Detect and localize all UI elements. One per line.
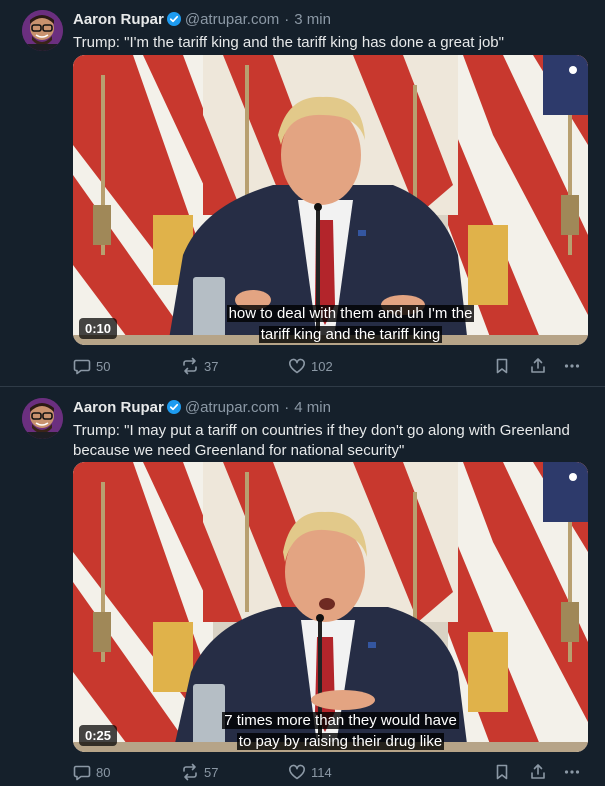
more-options-button[interactable] — [563, 356, 581, 376]
like-count: 114 — [311, 764, 332, 780]
post-text: Trump: "I'm the tariff king and the tari… — [73, 34, 504, 51]
repost-icon — [183, 763, 197, 781]
reply-button[interactable]: 50 — [73, 356, 110, 376]
caption-line: to pay by raising their drug like — [236, 733, 445, 750]
share-button[interactable] — [529, 356, 547, 376]
more-icon — [564, 364, 580, 368]
bookmark-button[interactable] — [493, 356, 511, 376]
share-button[interactable] — [529, 762, 547, 782]
separator-dot: · — [284, 398, 290, 416]
more-icon — [564, 770, 580, 774]
video-player[interactable]: 0:10 how to deal with them and uh I'm th… — [73, 55, 588, 345]
reply-count: 50 — [96, 358, 111, 374]
heart-icon — [289, 358, 305, 374]
author-handle[interactable]: @atrupar.com — [185, 399, 279, 416]
post-header: Aaron Rupar @atrupar.com · 4 min — [73, 397, 331, 417]
verified-badge-icon — [166, 12, 181, 26]
post-header: Aaron Rupar @atrupar.com · 3 min — [73, 9, 331, 29]
caption-line: tariff king and the tariff king — [258, 326, 443, 343]
share-icon — [531, 358, 545, 373]
post-time[interactable]: 4 min — [294, 399, 331, 416]
video-caption: how to deal with them and uh I'm the tar… — [113, 303, 588, 345]
post[interactable]: Aaron Rupar @atrupar.com · 3 min Trump: … — [0, 0, 605, 387]
reply-icon — [73, 359, 91, 375]
bookmark-icon — [496, 764, 508, 780]
video-frame — [73, 55, 588, 345]
reply-button[interactable]: 80 — [73, 762, 110, 782]
reply-icon — [73, 765, 91, 781]
bookmark-icon — [496, 358, 508, 374]
separator-dot: · — [284, 10, 290, 28]
more-options-button[interactable] — [563, 762, 581, 782]
repost-count: 57 — [204, 764, 219, 780]
repost-count: 37 — [204, 358, 219, 374]
repost-button[interactable]: 37 — [181, 356, 218, 376]
reply-count: 80 — [96, 764, 111, 780]
author-name[interactable]: Aaron Rupar — [73, 399, 164, 416]
like-button[interactable]: 102 — [288, 356, 333, 376]
caption-line: 7 times more than they would have — [222, 712, 459, 729]
like-button[interactable]: 114 — [288, 762, 332, 782]
author-name[interactable]: Aaron Rupar — [73, 11, 164, 28]
post-text: Trump: "I may put a tariff on countries … — [73, 422, 570, 459]
video-duration: 0:10 — [79, 318, 118, 339]
heart-icon — [289, 764, 305, 780]
share-icon — [531, 764, 545, 779]
avatar[interactable] — [22, 10, 63, 51]
video-caption: 7 times more than they would have to pay… — [93, 710, 588, 752]
like-count: 102 — [311, 358, 333, 374]
author-handle[interactable]: @atrupar.com — [185, 11, 279, 28]
bookmark-button[interactable] — [493, 762, 511, 782]
repost-icon — [183, 357, 197, 375]
post-actions: 80 57 114 — [73, 762, 593, 782]
video-player[interactable]: 0:25 7 times more than they would have t… — [73, 462, 588, 752]
post-time[interactable]: 3 min — [294, 11, 331, 28]
post[interactable]: Aaron Rupar @atrupar.com · 4 min Trump: … — [0, 388, 605, 786]
caption-line: how to deal with them and uh I'm the — [226, 305, 475, 322]
video-frame — [73, 462, 588, 752]
avatar[interactable] — [22, 398, 63, 439]
repost-button[interactable]: 57 — [181, 762, 218, 782]
verified-badge-icon — [166, 400, 181, 414]
post-actions: 50 37 102 — [73, 356, 593, 376]
